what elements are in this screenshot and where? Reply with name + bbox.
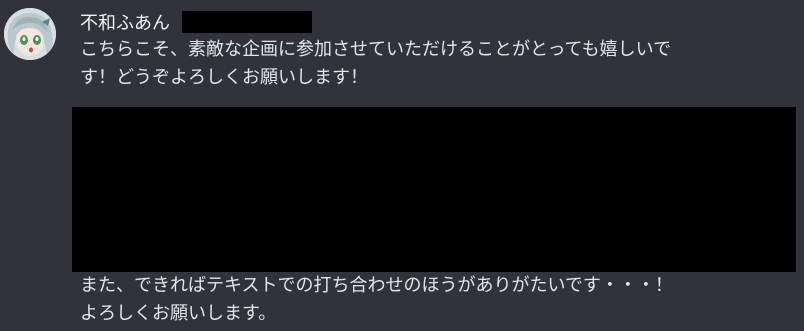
redacted-name-box — [182, 11, 312, 33]
user-avatar[interactable] — [4, 8, 56, 60]
message-header: 不和ふあん — [80, 8, 312, 36]
chat-message: 不和ふあん こちらこそ、素敵な企画に参加させていただけることがとっても嬉しいで … — [0, 0, 804, 331]
message-text-line: す！どうぞよろしくお願いします！ — [80, 67, 368, 88]
message-text-line: よろしくお願いします。 — [80, 303, 277, 324]
redacted-content-block — [72, 107, 796, 272]
message-text-line: こちらこそ、素敵な企画に参加させていただけることがとっても嬉しいで — [80, 39, 672, 60]
anime-girl-avatar-icon — [4, 8, 56, 60]
username[interactable]: 不和ふあん — [80, 9, 170, 35]
message-text-line: また、できればテキストでの打ち合わせのほうがありがたいです・・・！ — [80, 275, 673, 296]
